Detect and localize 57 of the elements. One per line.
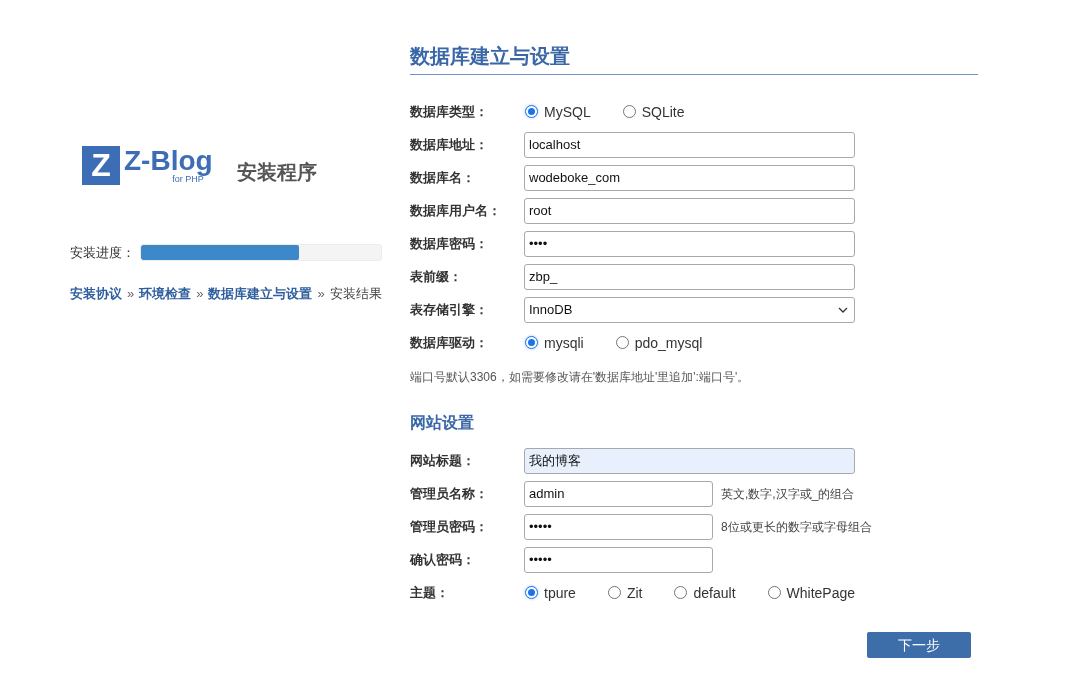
radio-button[interactable] (674, 586, 688, 599)
text-field[interactable]: admin (524, 480, 713, 507)
breadcrumb-step[interactable]: 安装协议 (70, 284, 122, 303)
radio-label: WhitePage (786, 583, 855, 602)
text-field[interactable]: 我的博客 (524, 447, 855, 474)
radio-button[interactable] (525, 586, 538, 599)
field-hint: 8位或更长的数字或字母组合 (721, 518, 872, 536)
breadcrumb-separator: » (126, 284, 136, 303)
section-title: 网站设置 (410, 413, 475, 433)
radio-label: MySQL (544, 102, 591, 121)
radio-button[interactable] (615, 336, 629, 349)
password-field[interactable]: ••••• (524, 546, 713, 573)
chevron-down-icon (838, 306, 848, 313)
select-field[interactable]: InnoDB (524, 296, 855, 323)
next-button[interactable]: 下一步 (867, 632, 971, 658)
field-label: 数据库驱动： (410, 333, 489, 352)
text-field[interactable]: zbp_ (524, 263, 855, 290)
radio-label: default (693, 583, 736, 602)
field-label: 数据库密码： (410, 234, 489, 253)
radio-label: mysqli (544, 333, 584, 352)
text-field[interactable]: root (524, 197, 855, 224)
radio-label: tpure (544, 583, 576, 602)
port-note: 端口号默认3306，如需要修改请在'数据库地址'里追加':端口号'。 (410, 369, 751, 386)
breadcrumb-step[interactable]: 环境检查 (139, 284, 192, 303)
field-label: 数据库类型： (410, 102, 489, 121)
field-hint: 英文,数字,汉字或_的组合 (721, 485, 855, 503)
logo-mark: Z (82, 145, 120, 185)
field-label: 网站标题： (410, 451, 476, 470)
field-label: 表前缀： (410, 267, 463, 286)
section-title: 数据库建立与设置 (410, 42, 978, 75)
password-field[interactable]: •••• (524, 230, 855, 257)
field-label: 数据库名： (410, 168, 476, 187)
field-label: 数据库用户名： (410, 201, 502, 220)
radio-label: pdo_mysql (634, 333, 703, 352)
field-label: 数据库地址： (410, 135, 489, 154)
radio-button[interactable] (607, 586, 621, 599)
text-field[interactable]: wodeboke_com (524, 164, 855, 191)
password-field[interactable]: ••••• (524, 513, 713, 540)
radio-button[interactable] (525, 105, 538, 118)
logo-wordmark: Z-Blog (124, 146, 213, 176)
radio-button[interactable] (767, 586, 781, 599)
breadcrumb-separator: » (195, 284, 205, 303)
field-label: 管理员密码： (410, 517, 489, 536)
breadcrumb-step: 安装结果 (329, 284, 382, 303)
app-title: 安装程序 (236, 160, 317, 185)
field-label: 主题： (410, 583, 450, 602)
radio-button[interactable] (525, 336, 538, 349)
radio-button[interactable] (622, 105, 636, 118)
breadcrumb-step[interactable]: 数据库建立与设置 (208, 284, 313, 303)
field-label: 确认密码： (410, 550, 476, 569)
progress-label: 安装进度： (70, 244, 136, 262)
text-field[interactable]: localhost (524, 131, 855, 158)
breadcrumb-separator: » (316, 284, 326, 303)
field-label: 管理员名称： (410, 484, 489, 503)
radio-label: SQLite (641, 102, 685, 121)
radio-label: Zit (626, 583, 643, 602)
field-label: 表存储引擎： (410, 300, 489, 319)
